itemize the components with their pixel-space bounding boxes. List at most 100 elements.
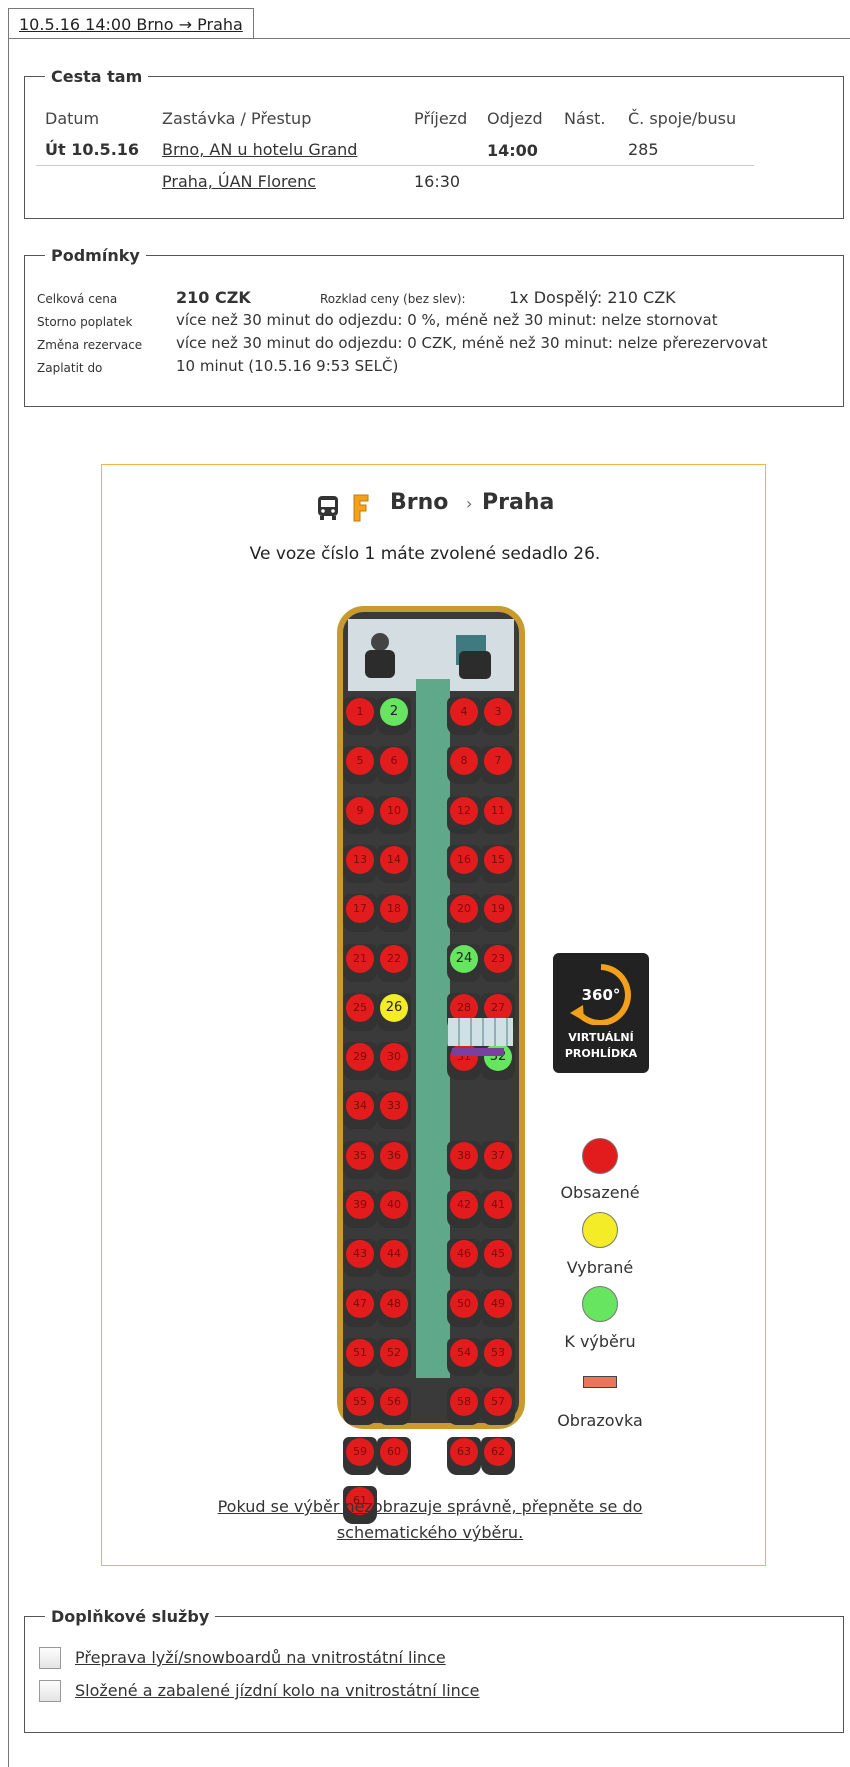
seat-44: 44 (377, 1239, 411, 1278)
tab-divider (8, 38, 850, 39)
seat-24[interactable]: 24 (447, 943, 481, 982)
seat-number: 24 (455, 950, 473, 966)
seat-number: 17 (353, 902, 367, 916)
seat-6: 6 (377, 746, 411, 785)
virtual-tour-button[interactable]: 360° VIRTUÁLNÍ PROHLÍDKA (553, 953, 649, 1073)
seat-number: 36 (387, 1148, 401, 1162)
col-header-platform: Nást. (564, 109, 606, 128)
seat-number: 58 (457, 1395, 471, 1409)
seat-number: 26 (385, 999, 403, 1015)
seat-number: 18 (387, 902, 401, 916)
seat-46: 46 (447, 1239, 481, 1278)
row-divider (36, 165, 754, 166)
virtual-tour-line2: PROHLÍDKA (564, 1047, 638, 1060)
seat-36: 36 (377, 1140, 411, 1179)
legend-occupied-label: Obsazené (560, 1183, 640, 1202)
seat-12: 12 (447, 795, 481, 834)
virtual-tour-line1: VIRTUÁLNÍ (568, 1031, 634, 1044)
stop-link-brno[interactable]: Brno, AN u hotelu Grand (162, 140, 357, 159)
seat-number: 13 (353, 852, 367, 866)
seat-26[interactable]: 26 (377, 992, 411, 1031)
seat-35: 35 (343, 1140, 377, 1179)
seat-2[interactable]: 2 (377, 697, 411, 735)
seat-number: 52 (387, 1345, 401, 1359)
col-header-date: Datum (45, 109, 100, 128)
seat-58: 58 (447, 1387, 481, 1426)
seat-number: 25 (353, 1000, 367, 1014)
seat-62: 62 (481, 1436, 515, 1475)
seat-11: 11 (481, 795, 515, 834)
seat-59: 59 (343, 1436, 377, 1475)
seat-number: 50 (457, 1296, 471, 1310)
seat-number: 29 (353, 1050, 367, 1064)
seat-number: 41 (491, 1198, 505, 1211)
bike-transport-checkbox[interactable] (39, 1680, 61, 1702)
seat-number: 44 (387, 1247, 401, 1261)
seat-43: 43 (343, 1239, 377, 1278)
legend-occupied-dot (582, 1138, 618, 1174)
seat-39: 39 (343, 1190, 377, 1228)
seat-number: 3 (494, 705, 502, 718)
legend-screen-label: Obrazovka (557, 1411, 643, 1430)
seat-number: 56 (387, 1395, 401, 1409)
ski-transport-checkbox[interactable] (39, 1647, 61, 1669)
change-label: Změna rezervace (37, 338, 143, 352)
breakdown-label: Rozklad ceny (bez slev): (320, 292, 466, 306)
seat-number: 54 (457, 1345, 471, 1359)
seat-number: 20 (457, 902, 471, 916)
seat-60: 60 (377, 1436, 411, 1475)
seat-number: 5 (356, 754, 364, 768)
route-from: Brno (390, 490, 449, 515)
seat-45: 45 (481, 1239, 515, 1278)
seat-20: 20 (447, 894, 481, 933)
seat-33: 33 (377, 1091, 411, 1130)
trip-tab[interactable]: 10.5.16 14:00 Brno → Praha (8, 8, 254, 39)
seat-number: 30 (387, 1050, 401, 1064)
seat-number: 9 (356, 803, 364, 817)
seat-number: 59 (353, 1444, 367, 1458)
legend-available-dot (582, 1286, 618, 1322)
seat-40: 40 (377, 1190, 411, 1228)
seat-53: 53 (481, 1337, 515, 1376)
door-stairs (448, 1018, 513, 1046)
schematic-link-line2[interactable]: schematického výběru. (0, 1523, 850, 1542)
seat-number: 47 (353, 1296, 367, 1310)
ski-transport-label[interactable]: Přeprava lyží/snowboardů na vnitrostátní… (75, 1648, 446, 1667)
student-agency-logo-icon (352, 494, 370, 522)
bike-transport-label[interactable]: Složené a zabalené jízdní kolo na vnitro… (75, 1681, 479, 1700)
seat-number: 46 (457, 1247, 471, 1261)
seat-7: 7 (481, 746, 515, 785)
driver-seat-icon (360, 632, 400, 682)
seat-21: 21 (343, 943, 377, 982)
arrival-time: 16:30 (414, 172, 461, 191)
seat-49: 49 (481, 1288, 515, 1327)
seat-number: 1 (356, 705, 364, 718)
trip-legend: Cesta tam (51, 67, 143, 86)
seat-5: 5 (343, 746, 377, 785)
schematic-link-line1[interactable]: Pokud se výběr nezobrazuje správně, přep… (0, 1497, 850, 1516)
seat-54: 54 (447, 1337, 481, 1376)
seat-number: 45 (491, 1247, 505, 1261)
seat-16: 16 (447, 844, 481, 883)
stop-link-praha[interactable]: Praha, ÚAN Florenc (162, 172, 316, 191)
seat-number: 60 (387, 1444, 401, 1458)
seat-18: 18 (377, 894, 411, 933)
seat-number: 15 (491, 852, 505, 866)
seat-50: 50 (447, 1288, 481, 1327)
extras-legend: Doplňkové služby (51, 1607, 210, 1626)
extras-section: Doplňkové služby (24, 1607, 844, 1733)
breakdown-value: 1x Dospělý: 210 CZK (509, 288, 676, 307)
seat-number: 49 (491, 1296, 505, 1310)
seat-10: 10 (377, 795, 411, 834)
total-label: Celková cena (37, 292, 118, 306)
seat-30: 30 (377, 1042, 411, 1081)
virtual-tour-badge: 360° (581, 986, 621, 1004)
seat-9: 9 (343, 795, 377, 834)
seat-number: 33 (387, 1099, 401, 1113)
seat-3: 3 (481, 697, 515, 735)
seat-48: 48 (377, 1288, 411, 1327)
col-header-connection: Č. spoje/busu (628, 109, 737, 128)
seat-number: 34 (353, 1099, 367, 1113)
legend-screen-swatch (583, 1376, 617, 1388)
storno-value: více než 30 minut do odjezdu: 0 %, méně … (176, 311, 718, 329)
